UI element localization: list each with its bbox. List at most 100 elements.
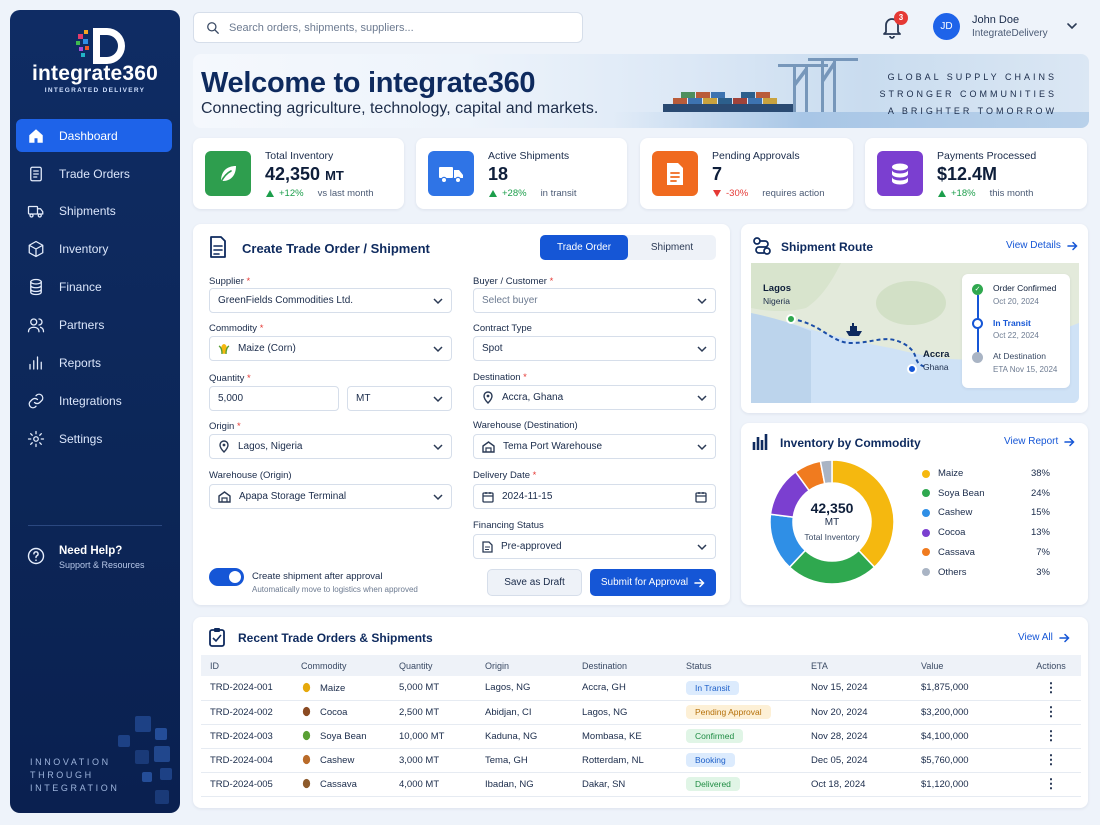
view-details-link[interactable]: View Details (1006, 240, 1078, 251)
column-header[interactable]: Value (921, 655, 1021, 676)
quantity-cell: 3,000 MT (399, 748, 485, 773)
legend-value: 13% (1030, 527, 1050, 539)
search-bar[interactable] (193, 12, 583, 43)
tab-trade-order[interactable]: Trade Order (540, 235, 628, 260)
table-row[interactable]: TRD-2024-003 Soya Bean 10,000 MT Kaduna, NG… (201, 724, 1081, 749)
order-id[interactable]: TRD-2024-003 (201, 724, 301, 749)
route-title: Shipment Route (781, 240, 873, 254)
kpi-card-total-inventory[interactable]: Total Inventory 42,350 MT +12% vs last mo… (193, 138, 404, 209)
legend-value: 3% (1036, 566, 1050, 578)
user-name[interactable]: John Doe (972, 14, 1019, 26)
kpi-card-active-shipments[interactable]: Active Shipments 18 +28% in transit (416, 138, 627, 209)
column-header[interactable]: Quantity (399, 655, 485, 676)
nav-trade-orders[interactable]: Trade Orders (16, 157, 172, 190)
nav-partners[interactable]: Partners (16, 308, 172, 341)
unit-select[interactable]: MT (347, 386, 452, 411)
nav-label: Reports (59, 355, 102, 370)
kpi-card-payments-processed[interactable]: Payments Processed $12.4M +18% this month (865, 138, 1087, 209)
tab-shipment[interactable]: Shipment (628, 235, 716, 260)
warehouse-destination-select[interactable]: Tema Port Warehouse (473, 434, 716, 459)
kpi-trend: +28% in transit (489, 188, 576, 199)
submit-approval-button[interactable]: Submit for Approval (590, 569, 716, 596)
column-header[interactable]: ID (201, 655, 301, 676)
nav-shipments[interactable]: Shipments (16, 194, 172, 227)
avatar[interactable]: JD (933, 13, 960, 40)
order-id[interactable]: TRD-2024-001 (201, 676, 301, 701)
pending-step-marker (972, 352, 983, 363)
donut-slice-soya-bean[interactable] (788, 549, 876, 585)
table-row[interactable]: TRD-2024-001 Maize 5,000 MT Lagos, NG Accra,… (201, 676, 1081, 701)
legend-item: Others 3% (922, 567, 1050, 578)
truck-icon (26, 201, 46, 221)
more-actions-icon[interactable]: ⋮ (1021, 724, 1081, 749)
destination-select[interactable]: Accra, Ghana (473, 385, 716, 410)
status-badge: Delivered (686, 777, 740, 791)
origin-country: Nigeria (763, 296, 790, 306)
chevron-down-icon[interactable] (1066, 20, 1078, 32)
gear-icon (26, 429, 46, 449)
table-row[interactable]: TRD-2024-002 Cocoa 2,500 MT Abidjan, CI Lago… (201, 700, 1081, 725)
commodity-select[interactable]: Maize (Corn) (209, 336, 452, 361)
nav-integrations[interactable]: Integrations (16, 384, 172, 417)
tagline-line: INTEGRATION (30, 783, 120, 793)
destination-cell: Rotterdam, NL (582, 748, 686, 773)
order-id[interactable]: TRD-2024-004 (201, 748, 301, 773)
order-id[interactable]: TRD-2024-005 (201, 772, 301, 797)
delivery-date-input[interactable]: 2024-11-15 (473, 484, 716, 509)
commodity-icon (302, 730, 311, 741)
nav-settings[interactable]: Settings (16, 422, 172, 455)
column-header[interactable]: Status (686, 655, 811, 676)
more-actions-icon[interactable]: ⋮ (1021, 676, 1081, 701)
search-input[interactable] (229, 21, 569, 34)
trend-down-icon (713, 190, 721, 197)
save-draft-button[interactable]: Save as Draft (487, 569, 582, 596)
nav-dashboard[interactable]: Dashboard (16, 119, 172, 152)
origin-marker[interactable] (786, 314, 796, 324)
column-header[interactable]: Commodity (301, 655, 399, 676)
arrow-right-icon (1064, 437, 1075, 446)
column-header[interactable]: ETA (811, 655, 921, 676)
table-row[interactable]: TRD-2024-004 Cashew 3,000 MT Tema, GH Rotter… (201, 748, 1081, 773)
status-cell: Booking (686, 748, 811, 773)
table-row[interactable]: TRD-2024-005 Cassava 4,000 MT Ibadan, NG Dak… (201, 772, 1081, 797)
financing-status-select[interactable]: Pre-approved (473, 534, 716, 559)
help-link[interactable]: Need Help? Support & Resources (26, 545, 145, 570)
nav-finance[interactable]: Finance (16, 270, 172, 303)
nav-label: Integrations (59, 393, 122, 408)
column-header[interactable]: Destination (582, 655, 686, 676)
create-shipment-toggle[interactable] (209, 568, 244, 586)
view-all-link[interactable]: View All (1018, 632, 1070, 643)
kpi-note: this month (989, 188, 1034, 199)
sidebar-divider (28, 525, 162, 526)
contract-type-select[interactable]: Spot (473, 336, 716, 361)
destination-marker[interactable] (907, 364, 917, 374)
help-subtitle: Support & Resources (59, 560, 145, 570)
origin-select[interactable]: Lagos, Nigeria (209, 434, 452, 459)
more-actions-icon[interactable]: ⋮ (1021, 700, 1081, 725)
document-icon (482, 540, 493, 553)
nav-inventory[interactable]: Inventory (16, 232, 172, 265)
supplier-select[interactable]: GreenFields Commodities Ltd. (209, 288, 452, 313)
view-report-link[interactable]: View Report (1004, 436, 1075, 447)
nav-reports[interactable]: Reports (16, 346, 172, 379)
kpi-card-pending-approvals[interactable]: Pending Approvals 7 -30% requires action (640, 138, 853, 209)
more-actions-icon[interactable]: ⋮ (1021, 772, 1081, 797)
nav-label: Settings (59, 431, 103, 446)
label-text: Commodity (209, 323, 258, 334)
banner-tagline: A BRIGHTER TOMORROW (887, 106, 1057, 116)
location-pin-icon (218, 440, 230, 453)
quantity-input[interactable]: 5,000 (209, 386, 339, 411)
more-actions-icon[interactable]: ⋮ (1021, 748, 1081, 773)
column-header[interactable]: Origin (485, 655, 582, 676)
decor-square (118, 735, 130, 747)
buyer-select[interactable]: Select buyer (473, 288, 716, 313)
decor-square (135, 750, 149, 764)
commodity-cell: Soya Bean (301, 724, 399, 749)
order-id[interactable]: TRD-2024-002 (201, 700, 301, 725)
calendar-icon[interactable] (695, 491, 707, 503)
decor-square (160, 768, 172, 780)
commodity-name: Soya Bean (320, 731, 367, 742)
warehouse-origin-select[interactable]: Apapa Storage Terminal (209, 484, 452, 509)
sidebar: integrate360 INTEGRATED DELIVERY Dashboa… (10, 10, 180, 813)
home-icon (26, 126, 46, 146)
